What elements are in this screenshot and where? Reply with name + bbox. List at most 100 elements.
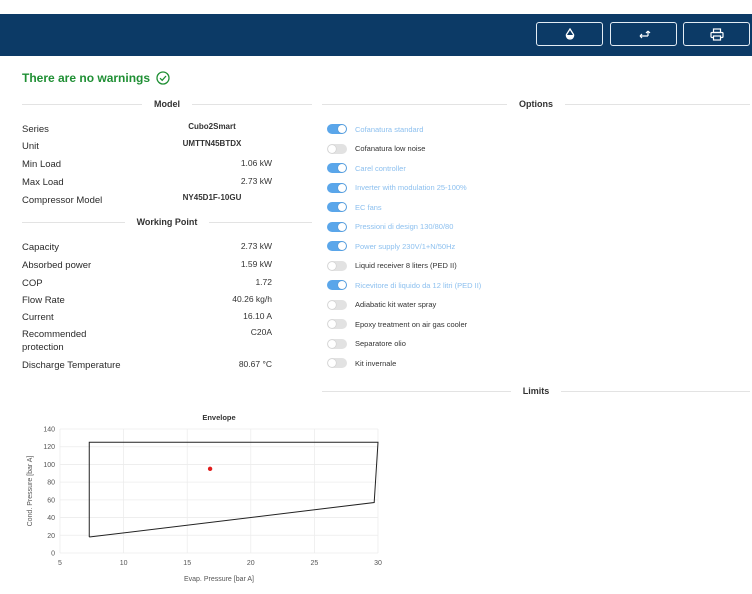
- option-item[interactable]: Ricevitore di liquido da 12 litri (PED I…: [327, 279, 481, 291]
- option-item[interactable]: Carel controller: [327, 162, 406, 174]
- model-title: Model: [154, 99, 180, 109]
- option-item[interactable]: Power supply 230V/1+N/50Hz: [327, 240, 455, 252]
- warning-status-text: There are no warnings: [22, 71, 151, 85]
- row-value: Cubo2Smart: [188, 122, 236, 131]
- row-value: 40.26 kg/h: [232, 294, 272, 304]
- row-value: 1.59 kW: [240, 259, 272, 269]
- swap-arrows-button[interactable]: [610, 22, 677, 46]
- option-label: Inverter with modulation 25-100%: [355, 183, 467, 192]
- x-tick-label: 10: [120, 560, 128, 567]
- swap-arrows-icon: [639, 30, 650, 39]
- y-tick-label: 100: [43, 462, 55, 469]
- option-toggle[interactable]: [327, 260, 347, 271]
- option-item[interactable]: Adiabatic kit water spray: [327, 299, 436, 311]
- y-tick-label: 20: [47, 533, 55, 540]
- option-toggle[interactable]: [327, 124, 347, 134]
- option-label: Power supply 230V/1+N/50Hz: [355, 241, 456, 251]
- option-label: Adiabatic kit water spray: [355, 300, 437, 309]
- x-tick-label: 5: [58, 560, 62, 567]
- row-label: COP: [22, 278, 43, 289]
- option-item[interactable]: EC fans: [327, 201, 382, 213]
- x-axis-label: Evap. Pressure [bar A]: [184, 576, 254, 583]
- option-item[interactable]: Cofanatura low noise: [327, 143, 425, 155]
- water-drop-button[interactable]: [536, 22, 603, 46]
- top-toolbar: [0, 14, 752, 56]
- row-value: C20A: [250, 327, 272, 337]
- printer-icon: [709, 27, 724, 41]
- working-point-title: Working Point: [136, 217, 198, 227]
- row-value: 2.73 kW: [240, 176, 272, 186]
- option-toggle[interactable]: [327, 280, 347, 290]
- row-label: Unit: [22, 141, 39, 152]
- row-value: 1.72: [255, 277, 272, 287]
- envelope-chart: Envelope 5 10 15 20 25 30 0 20 40 60 80 100 120 140 Eva…: [20, 408, 390, 592]
- y-tick-label: 60: [47, 497, 55, 504]
- row-value: 1.06 kW: [240, 158, 272, 168]
- row-label: Absorbed power: [22, 260, 92, 271]
- limits-section-header: Limits: [322, 384, 751, 398]
- option-label: Carel controller: [355, 163, 406, 173]
- row-label: Flow Rate: [22, 295, 65, 306]
- row-label: Max Load: [22, 177, 64, 188]
- option-toggle[interactable]: [327, 182, 347, 193]
- option-toggle[interactable]: [327, 358, 347, 368]
- option-label: Liquid receiver 8 liters (PED II): [355, 261, 457, 270]
- option-label: EC fans: [355, 202, 382, 212]
- y-tick-label: 0: [51, 551, 55, 558]
- model-section-header: Model: [22, 97, 312, 111]
- row-label: Compressor Model: [22, 195, 103, 206]
- option-toggle[interactable]: [327, 299, 347, 310]
- x-tick-label: 25: [311, 560, 319, 567]
- option-toggle[interactable]: [327, 163, 347, 173]
- option-item[interactable]: Pressioni di design 130/80/80: [327, 221, 453, 233]
- option-toggle[interactable]: [327, 338, 347, 349]
- option-item[interactable]: Cofanatura standard: [327, 123, 423, 135]
- option-item[interactable]: Kit invernale: [327, 357, 396, 369]
- option-label: Kit invernale: [355, 358, 397, 368]
- working-point-section-header: Working Point: [22, 215, 312, 229]
- row-value: NY45D1F-10GU: [182, 193, 242, 202]
- row-label: Discharge Temperature: [22, 360, 121, 371]
- options-section-header: Options: [322, 97, 750, 111]
- option-label: Separatore olio: [355, 339, 406, 348]
- print-button[interactable]: [683, 22, 750, 46]
- x-tick-label: 20: [247, 560, 255, 567]
- check-circle-icon: [156, 71, 170, 85]
- y-tick-label: 140: [43, 427, 55, 434]
- options-title: Options: [519, 99, 553, 109]
- row-label: Capacity: [22, 242, 59, 253]
- limits-title: Limits: [522, 386, 550, 396]
- option-item[interactable]: Separatore olio: [327, 338, 406, 350]
- option-toggle[interactable]: [327, 221, 347, 232]
- option-label: Cofanatura standard: [355, 124, 424, 134]
- water-drop-icon: [565, 28, 574, 40]
- option-toggle[interactable]: [327, 319, 347, 329]
- option-label: Ricevitore di liquido da 12 litri (PED I…: [355, 280, 482, 290]
- x-tick-label: 15: [183, 560, 191, 567]
- option-label: Epoxy treatment on air gas cooler: [355, 319, 468, 329]
- y-tick-label: 120: [43, 444, 55, 451]
- row-value: 80.67 °C: [238, 359, 272, 369]
- option-item[interactable]: Inverter with modulation 25-100%: [327, 182, 467, 194]
- option-label: Cofanatura low noise: [355, 144, 426, 153]
- envelope-line: [88, 441, 379, 538]
- option-item[interactable]: Epoxy treatment on air gas cooler: [327, 318, 467, 330]
- y-axis-label: Cond. Pressure [bar A]: [27, 456, 34, 527]
- option-toggle[interactable]: [327, 143, 347, 154]
- option-item[interactable]: Liquid receiver 8 liters (PED II): [327, 260, 457, 272]
- option-toggle[interactable]: [327, 241, 347, 251]
- option-toggle[interactable]: [327, 202, 347, 212]
- option-label: Pressioni di design 130/80/80: [355, 222, 454, 231]
- row-label: Recommended protection: [22, 329, 87, 353]
- row-label: Min Load: [22, 159, 62, 170]
- envelope-chart-svg: Envelope 5 10 15 20 25 30 0 20 40 60 80 100 120 140 Eva…: [27, 413, 382, 583]
- chart-title: Envelope: [202, 413, 235, 422]
- row-value: 2.73 kW: [240, 241, 272, 251]
- row-label: Current: [22, 312, 54, 323]
- row-value: UMTTN45BTDX: [182, 139, 242, 148]
- row-value: 16.10 A: [243, 311, 272, 321]
- warning-status: There are no warnings: [22, 71, 170, 85]
- y-tick-label: 40: [47, 515, 55, 522]
- operating-point-marker: [207, 466, 213, 472]
- x-tick-label: 30: [374, 560, 382, 567]
